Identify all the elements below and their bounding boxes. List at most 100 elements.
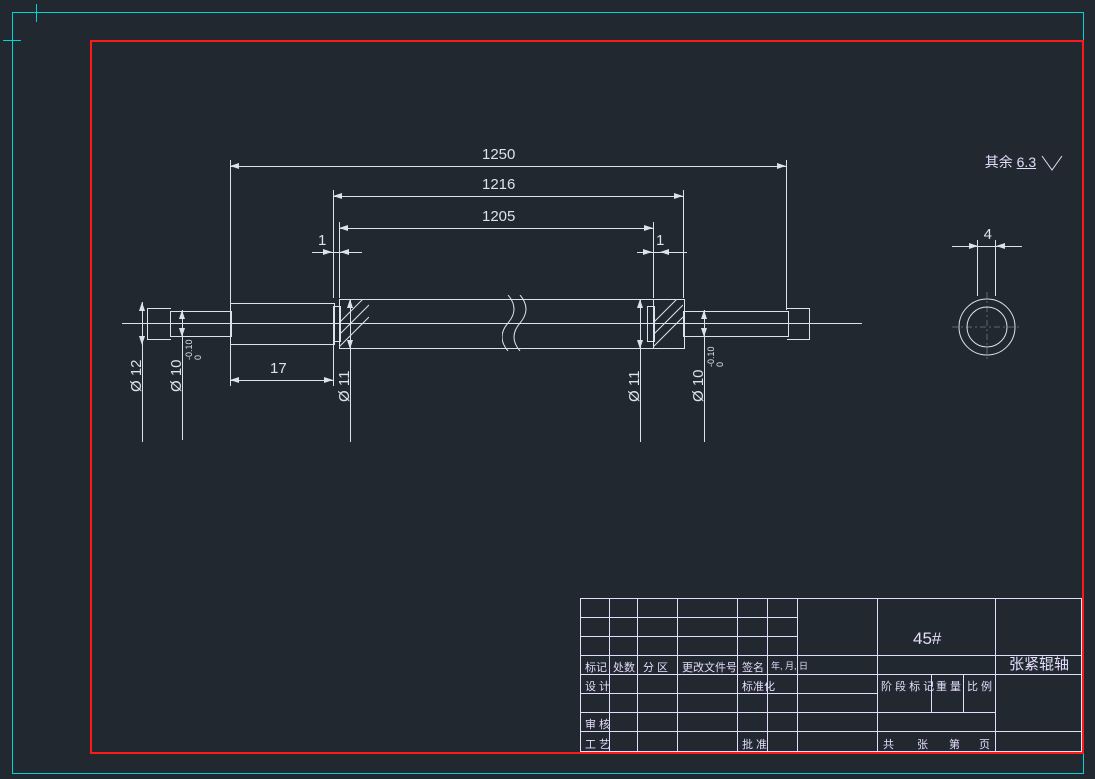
ring-arw-r (996, 243, 1005, 249)
tb-v6 (797, 599, 798, 751)
d12-au (139, 302, 145, 311)
d11l-ad (347, 340, 353, 349)
tb-r4c0: 工 艺 (585, 736, 610, 752)
dim-17-line (230, 380, 333, 381)
dim-d10-left-tol: -0.10 0 (185, 339, 203, 360)
dim-1-left: 1 (318, 232, 326, 249)
break-symbol-icon (502, 295, 532, 351)
tb-r2c3: 标准化 (742, 678, 775, 694)
d11l-au (347, 299, 353, 308)
arrow-1205-r (644, 225, 653, 231)
arrow-1250-l (230, 163, 239, 169)
shaft-end-right-cap (787, 308, 810, 340)
tb-material: 45# (913, 629, 941, 649)
ext-v-1250-l (230, 160, 231, 305)
dim-1250: 1250 (482, 146, 515, 163)
tb-v3 (677, 599, 678, 751)
d10r-au (701, 310, 707, 319)
ext-v-1216-l (333, 190, 334, 298)
dim-d10-left: Ø 10 (168, 359, 185, 392)
tb-v2 (637, 599, 638, 751)
tb-r2c0: 设 计 (585, 678, 610, 694)
dim-d12: Ø 12 (128, 359, 145, 392)
ext-v-1205-r (653, 222, 654, 298)
dim-d10-right-tol: -0.10 0 (707, 346, 725, 367)
tb-rb3: 页 (979, 736, 990, 752)
tb-v7 (877, 599, 878, 751)
ext-17-r (333, 342, 334, 386)
arrow-1r-a (643, 249, 652, 255)
tb-col4: 签名 (742, 659, 764, 675)
shaft-end-left-cap (147, 308, 171, 340)
arrow-1250-r (777, 163, 786, 169)
title-block: 45# 张紧辊轴 标记 处数 分 区 更改文件号 签名 年, 月, 日 设 计 … (580, 598, 1082, 752)
note-value: 6.3 (1017, 154, 1036, 170)
ext-v-1205-l (339, 222, 340, 298)
dim-1-right: 1 (656, 232, 664, 249)
surface-symbol-icon (1040, 154, 1064, 172)
shaft-seg-d10-right (683, 311, 789, 337)
d10r-ad (701, 328, 707, 337)
tb-rb1: 张 (917, 736, 928, 752)
surface-finish-note: 其余 6.3 (985, 152, 1064, 172)
arrow-17-r (324, 377, 333, 383)
dim-1205: 1205 (482, 208, 515, 225)
tb-v5 (767, 599, 768, 751)
tb-r4c3: 批 准 (742, 736, 767, 752)
tb-v4 (737, 599, 738, 751)
ring-arw-l (969, 243, 978, 249)
arrow-1216-l (333, 193, 342, 199)
drawing-border: 其余 6.3 (90, 40, 1084, 754)
tb-part-name: 张紧辊轴 (1009, 653, 1069, 674)
cad-canvas: 其余 6.3 (0, 0, 1095, 779)
d10l-au (179, 310, 185, 319)
dim-1216: 1216 (482, 176, 515, 193)
arrow-1r-b (660, 249, 669, 255)
d10l-ad (179, 328, 185, 337)
ring-dim-line (952, 246, 1022, 247)
hatch-right (653, 299, 683, 347)
dim-1216-line (333, 196, 683, 197)
d11r-au (637, 299, 643, 308)
dim-17: 17 (270, 360, 287, 377)
arrow-1205-l (339, 225, 348, 231)
arrow-1l-b (340, 249, 349, 255)
tb-rb2: 第 (949, 736, 960, 752)
dim-1205-line (339, 228, 653, 229)
tb-col5: 年, 月, 日 (771, 659, 808, 672)
ext-v-1216-r (683, 190, 684, 298)
frame-tick-left (3, 40, 21, 41)
tb-v8b (963, 674, 964, 712)
arrow-17-l (230, 377, 239, 383)
tb-col0: 标记 (585, 659, 607, 675)
dim-d11-right: Ø 11 (626, 371, 643, 402)
note-prefix: 其余 (985, 154, 1013, 170)
dim-ring-w: 4 (984, 226, 992, 243)
dim-1250-line (230, 166, 786, 167)
shaft-seg-d12 (230, 303, 335, 345)
tb-h4b (877, 712, 995, 713)
tb-rt0: 阶 段 标 记 (881, 678, 934, 694)
frame-tick-top (36, 4, 37, 22)
tb-col3: 更改文件号 (682, 659, 737, 675)
d11r-ad (637, 340, 643, 349)
tb-h1 (581, 655, 1081, 656)
tb-col1: 处数 (613, 659, 635, 675)
ext-v-1250-r (786, 160, 787, 310)
dim-1-left-line (312, 252, 362, 253)
tb-col2: 分 区 (643, 659, 668, 675)
arrow-1l-a (323, 249, 332, 255)
dim-d10-right: Ø 10 (690, 369, 707, 402)
tb-r3c0: 审 核 (585, 716, 610, 732)
tb-rt2: 比 例 (967, 678, 992, 694)
tb-h0a (581, 617, 797, 618)
tb-rt1: 重 量 (936, 678, 961, 694)
tb-h5 (581, 731, 1081, 732)
d12-ad (139, 336, 145, 345)
end-view-ring (952, 292, 1022, 362)
tb-h0b (581, 636, 797, 637)
dim-d11-left: Ø 11 (336, 371, 353, 402)
tb-h4 (581, 712, 877, 713)
tb-v9 (995, 599, 996, 751)
arrow-1216-r (674, 193, 683, 199)
